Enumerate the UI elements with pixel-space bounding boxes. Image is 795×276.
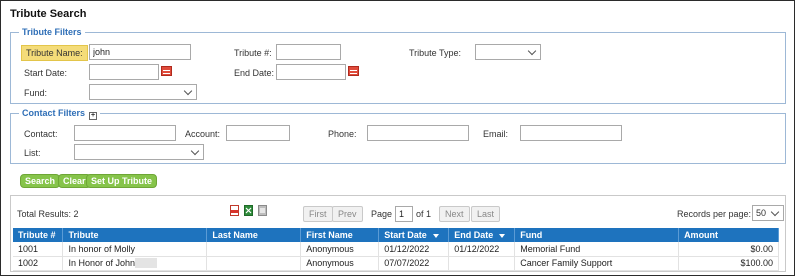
- account-label: Account:: [185, 129, 221, 139]
- table-row[interactable]: 1001 In honor of Molly Anonymous 01/12/2…: [13, 242, 779, 257]
- expand-toggle-icon[interactable]: +: [89, 112, 98, 120]
- col-header-start-date[interactable]: Start Date: [378, 228, 450, 242]
- cell-tribute: In Honor of John: [62, 256, 208, 271]
- col-header-amount[interactable]: Amount: [678, 228, 779, 242]
- page-of-label: of 1: [416, 209, 432, 219]
- page-label: Page: [371, 209, 393, 219]
- cell-start-date: 01/12/2022: [378, 242, 450, 257]
- col-header-tribute[interactable]: Tribute: [62, 228, 208, 242]
- col-header-last-name[interactable]: Last Name: [206, 228, 302, 242]
- page-number-input[interactable]: [395, 206, 413, 222]
- cell-first-name: Anonymous: [300, 256, 380, 271]
- total-results: Total Results: 2: [17, 209, 79, 219]
- tribute-type-label: Tribute Type:: [409, 48, 462, 58]
- cell-end-date: [448, 256, 516, 271]
- cell-start-date: 07/07/2022: [378, 256, 450, 271]
- excel-icon[interactable]: [244, 205, 253, 216]
- sort-arrow-icon: [499, 233, 506, 238]
- account-input[interactable]: [226, 125, 290, 141]
- cell-tribute-number: 1002: [13, 256, 64, 271]
- fund-select[interactable]: [89, 84, 197, 100]
- redacted-block: [135, 258, 158, 269]
- cell-fund: Memorial Fund: [514, 242, 680, 257]
- cell-first-name: Anonymous: [300, 242, 380, 257]
- col-header-fund[interactable]: Fund: [514, 228, 680, 242]
- email-label: Email:: [483, 129, 509, 139]
- calendar-icon[interactable]: [348, 66, 359, 76]
- prev-page-button[interactable]: Prev: [332, 206, 363, 222]
- set-up-tribute-button[interactable]: Set Up Tribute: [86, 174, 158, 188]
- cell-tribute-number: 1001: [13, 242, 64, 257]
- contact-filters-panel: Contact Filters + Contact: Account: Phone…: [10, 108, 786, 164]
- sort-arrow-icon: [432, 233, 439, 238]
- search-button[interactable]: Search: [20, 174, 61, 188]
- contact-filters-legend: Contact Filters +: [19, 108, 101, 120]
- col-header-first-name[interactable]: First Name: [300, 228, 380, 242]
- records-per-page-select[interactable]: 50: [752, 205, 784, 221]
- first-page-button[interactable]: First: [303, 206, 333, 222]
- page-title: Tribute Search: [10, 8, 87, 20]
- calendar-icon[interactable]: [161, 66, 172, 76]
- cell-amount: $0.00: [678, 242, 779, 257]
- last-page-button[interactable]: Last: [471, 206, 501, 222]
- results-table: Tribute # Tribute Last Name First Name S…: [13, 228, 779, 271]
- list-select[interactable]: [74, 144, 204, 160]
- cell-end-date: 01/12/2022: [448, 242, 516, 257]
- tribute-number-input[interactable]: [276, 44, 341, 60]
- tribute-name-label: Tribute Name:: [21, 45, 88, 61]
- end-date-input[interactable]: [276, 64, 346, 80]
- cell-amount: $100.00: [678, 256, 779, 271]
- start-date-label: Start Date:: [24, 68, 68, 78]
- chevron-down-icon: [770, 207, 780, 217]
- fund-label: Fund:: [24, 88, 48, 98]
- end-date-label: End Date:: [234, 68, 275, 78]
- cell-tribute: In honor of Molly: [62, 242, 208, 257]
- tribute-number-label: Tribute #:: [234, 48, 272, 58]
- tribute-filters-panel: Tribute Filters Tribute Name: Tribute #:…: [10, 27, 786, 104]
- print-icon[interactable]: [258, 205, 267, 216]
- tribute-name-input[interactable]: [89, 44, 191, 60]
- cell-last-name: [206, 256, 302, 271]
- tribute-search-window: Tribute Search Tribute Filters Tribute N…: [0, 0, 795, 276]
- table-header-row: Tribute # Tribute Last Name First Name S…: [13, 228, 779, 242]
- chevron-down-icon: [190, 146, 200, 156]
- table-row[interactable]: 1002 In Honor of John Anonymous 07/07/20…: [13, 256, 779, 271]
- col-header-tribute-number[interactable]: Tribute #: [13, 228, 64, 242]
- contact-input[interactable]: [74, 125, 176, 141]
- phone-input[interactable]: [367, 125, 469, 141]
- col-header-end-date[interactable]: End Date: [448, 228, 516, 242]
- email-input[interactable]: [520, 125, 622, 141]
- list-label: List:: [24, 148, 41, 158]
- start-date-input[interactable]: [89, 64, 159, 80]
- tribute-filters-legend: Tribute Filters: [19, 27, 85, 38]
- chevron-down-icon: [527, 46, 537, 56]
- chevron-down-icon: [183, 86, 193, 96]
- cell-fund: Cancer Family Support: [514, 256, 680, 271]
- pdf-icon[interactable]: [230, 205, 239, 216]
- records-per-page-label: Records per page:: [677, 209, 752, 219]
- contact-label: Contact:: [24, 129, 58, 139]
- tribute-type-select[interactable]: [475, 44, 541, 60]
- cell-last-name: [206, 242, 302, 257]
- next-page-button[interactable]: Next: [439, 206, 470, 222]
- phone-label: Phone:: [328, 129, 357, 139]
